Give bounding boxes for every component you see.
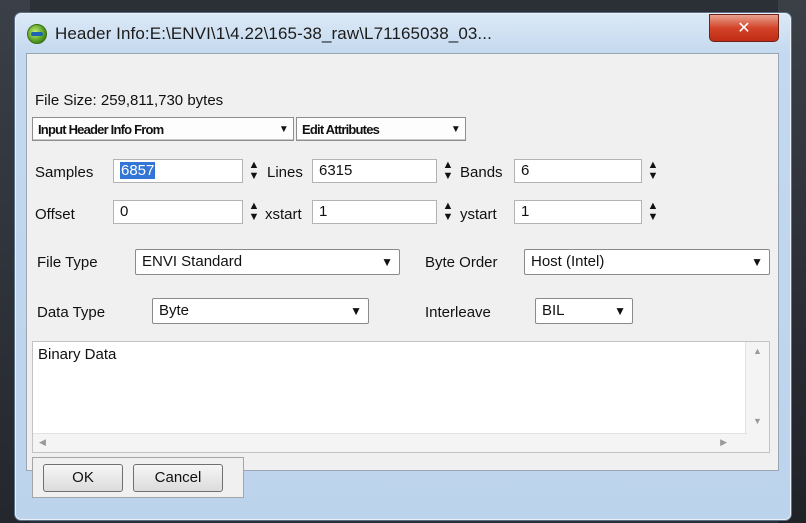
scroll-right-icon[interactable]: ▶ xyxy=(720,437,727,448)
file-type-value: ENVI Standard xyxy=(142,253,243,270)
edit-attributes-button[interactable]: Edit Attributes ▼ xyxy=(296,117,466,141)
data-type-label: Data Type xyxy=(37,304,106,321)
samples-label: Samples xyxy=(35,164,94,181)
edit-attributes-label: Edit Attributes xyxy=(302,122,380,137)
spin-down-icon: ▼ xyxy=(442,170,454,182)
description-text: Binary Data xyxy=(38,346,117,363)
button-row: OK Cancel xyxy=(32,457,244,498)
spin-down-icon: ▼ xyxy=(248,211,260,223)
dialog-body: File Size: 259,811,730 bytes Input Heade… xyxy=(26,53,779,498)
input-header-info-from-button[interactable]: Input Header Info From ▼ xyxy=(32,117,294,141)
horizontal-scrollbar[interactable]: ◀ ▶ xyxy=(33,433,747,452)
chevron-down-icon: ▼ xyxy=(614,304,626,318)
byte-order-select[interactable]: Host (Intel) ▼ xyxy=(524,249,770,275)
lines-spinner[interactable]: ▲ ▼ xyxy=(440,160,456,184)
interleave-label: Interleave xyxy=(425,304,491,321)
scroll-down-icon[interactable]: ▼ xyxy=(753,416,762,426)
spin-down-icon: ▼ xyxy=(442,211,454,223)
samples-spinner[interactable]: ▲ ▼ xyxy=(246,160,262,184)
samples-value: 6857 xyxy=(120,162,156,179)
title-bar[interactable]: Header Info:E:\ENVI\1\4.22\165-38_raw\L7… xyxy=(15,13,791,53)
chevron-down-icon: ▼ xyxy=(381,255,393,269)
data-type-select[interactable]: Byte ▼ xyxy=(152,298,369,324)
ystart-input[interactable]: 1 xyxy=(514,200,642,224)
spin-down-icon: ▼ xyxy=(647,170,659,182)
window-title: Header Info:E:\ENVI\1\4.22\165-38_raw\L7… xyxy=(55,24,492,43)
spin-down-icon: ▼ xyxy=(248,170,260,182)
header-info-dialog: Header Info:E:\ENVI\1\4.22\165-38_raw\L7… xyxy=(14,12,792,521)
lines-input[interactable]: 6315 xyxy=(312,159,437,183)
ystart-label: ystart xyxy=(460,206,497,223)
ok-button[interactable]: OK xyxy=(43,464,123,492)
xstart-label: xstart xyxy=(265,206,302,223)
close-button[interactable]: ✕ xyxy=(709,14,779,42)
xstart-spinner[interactable]: ▲ ▼ xyxy=(440,201,456,225)
data-type-value: Byte xyxy=(159,302,190,319)
file-size-label: File Size: 259,811,730 bytes xyxy=(35,92,224,109)
bands-label: Bands xyxy=(460,164,503,181)
ystart-spinner[interactable]: ▲ ▼ xyxy=(645,201,661,225)
description-textarea[interactable]: Binary Data ▲ ▼ ◀ ▶ xyxy=(32,341,770,453)
byte-order-value: Host (Intel) xyxy=(531,253,605,270)
offset-spinner[interactable]: ▲ ▼ xyxy=(246,201,262,225)
interleave-select[interactable]: BIL ▼ xyxy=(535,298,633,324)
xstart-input[interactable]: 1 xyxy=(312,200,437,224)
scroll-left-icon[interactable]: ◀ xyxy=(39,437,46,448)
input-header-info-label: Input Header Info From xyxy=(38,122,164,137)
samples-input[interactable]: 6857 xyxy=(113,159,243,183)
lines-label: Lines xyxy=(267,164,303,181)
offset-input[interactable]: 0 xyxy=(113,200,243,224)
file-type-label: File Type xyxy=(37,254,98,271)
chevron-down-icon: ▼ xyxy=(350,304,362,318)
envi-app-icon xyxy=(27,24,47,44)
bands-input[interactable]: 6 xyxy=(514,159,642,183)
chevron-down-icon: ▼ xyxy=(450,124,461,135)
offset-label: Offset xyxy=(35,206,75,223)
chevron-down-icon: ▼ xyxy=(751,255,763,269)
bands-spinner[interactable]: ▲ ▼ xyxy=(645,160,661,184)
file-type-select[interactable]: ENVI Standard ▼ xyxy=(135,249,400,275)
chevron-down-icon: ▼ xyxy=(278,124,289,135)
vertical-scrollbar[interactable]: ▲ ▼ xyxy=(745,342,769,452)
spin-down-icon: ▼ xyxy=(647,211,659,223)
scroll-up-icon[interactable]: ▲ xyxy=(753,346,762,356)
cancel-button[interactable]: Cancel xyxy=(133,464,223,492)
byte-order-label: Byte Order xyxy=(425,254,498,271)
interleave-value: BIL xyxy=(542,302,565,319)
